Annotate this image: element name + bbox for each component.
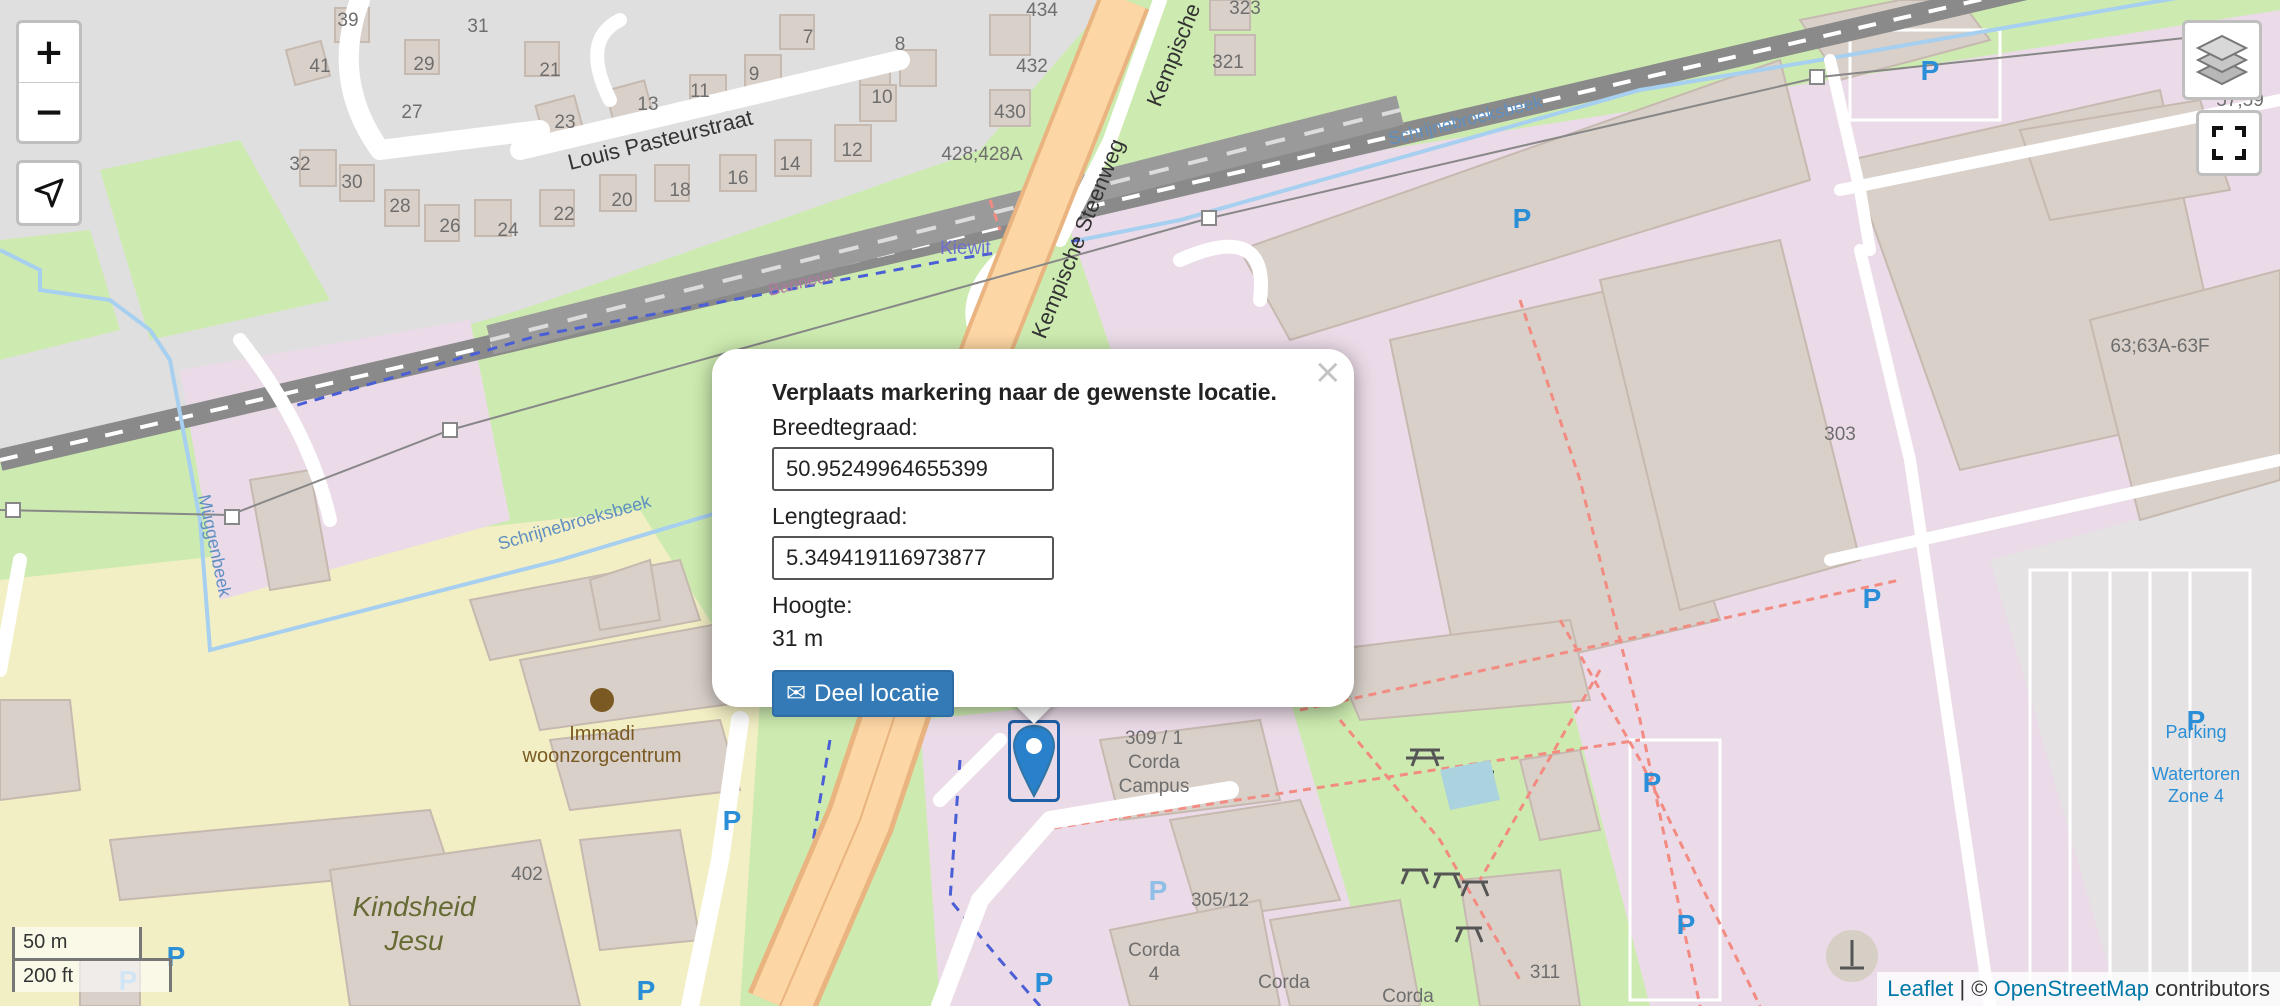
house-number: 26	[439, 216, 460, 237]
house-number: 27	[401, 102, 422, 123]
osm-link[interactable]: OpenStreetMap	[1994, 976, 2149, 1001]
parking-icon: P	[637, 975, 656, 1006]
share-location-button[interactable]: ✉ Deel locatie	[772, 670, 954, 717]
house-number: 63;63A-63F	[2110, 336, 2209, 357]
house-number: 20	[611, 190, 632, 211]
area-label: Jesu	[383, 925, 444, 956]
attribution-suffix: contributors	[2148, 976, 2270, 1001]
popup-close-button[interactable]: ×	[1314, 355, 1343, 389]
location-popup: × Verplaats markering naar de gewenste l…	[712, 349, 1354, 717]
layers-icon	[2195, 34, 2249, 86]
house-number: 14	[779, 154, 801, 175]
poi-label: Immadi	[569, 723, 635, 745]
scale-imperial: 200 ft	[12, 958, 172, 992]
popup-title: Verplaats markering naar de gewenste loc…	[772, 379, 1277, 405]
house-number: 29	[413, 54, 434, 75]
house-number: 430	[994, 102, 1026, 123]
house-number: 41	[309, 56, 330, 77]
building-label: Corda	[1258, 972, 1310, 993]
house-number: 24	[497, 220, 519, 241]
altitude-label: Hoogte:	[772, 592, 853, 618]
house-number: 16	[727, 168, 748, 189]
house-number: 11	[690, 81, 710, 102]
map-scale: 50 m 200 ft	[12, 927, 172, 992]
parking-name: Zone 4	[2168, 786, 2224, 806]
building-label: Corda	[1128, 940, 1180, 961]
leaflet-link[interactable]: Leaflet	[1887, 976, 1953, 1001]
house-number: 434	[1026, 0, 1058, 21]
house-number: 428;428A	[941, 144, 1023, 165]
house-number: 8	[895, 34, 906, 55]
house-number: 39	[337, 10, 358, 31]
scale-metric: 50 m	[12, 927, 142, 961]
parking-icon: P	[1921, 55, 1940, 86]
campus-label: Corda	[1128, 752, 1180, 773]
house-number: 12	[841, 140, 862, 161]
house-number: 311	[1530, 962, 1560, 983]
fullscreen-button[interactable]	[2196, 110, 2262, 176]
location-marker[interactable]	[1008, 720, 1060, 802]
latitude-input[interactable]	[772, 447, 1054, 491]
house-number: 23	[554, 112, 575, 133]
map-canvas[interactable]: 39 31 41 29 21 7 27 23 13 11 9 8 10 32 3…	[0, 0, 2280, 1006]
house-number: 30	[341, 172, 362, 193]
parking-icon: P	[1863, 583, 1882, 614]
navigation-arrow-icon	[34, 178, 64, 208]
house-number: 28	[389, 196, 410, 217]
parking-icon: P	[723, 805, 742, 836]
house-number: 31	[467, 16, 488, 37]
zoom-control: + −	[16, 20, 82, 144]
attribution: Leaflet | © OpenStreetMap contributors	[1877, 972, 2280, 1006]
house-number: 13	[637, 94, 658, 115]
campus-label: Campus	[1119, 776, 1190, 797]
share-location-label: Deel locatie	[814, 679, 940, 707]
parking-icon: P	[1513, 203, 1532, 234]
latitude-label: Breedtegraad:	[772, 414, 918, 440]
building-label: Corda	[1382, 986, 1434, 1006]
parking-name: Watertoren	[2152, 764, 2240, 784]
zoom-in-button[interactable]: +	[19, 23, 79, 83]
house-number: 323	[1229, 0, 1261, 19]
parking-icon: P	[1149, 875, 1168, 906]
house-number: 18	[669, 180, 690, 201]
house-number: 10	[871, 87, 892, 108]
house-number: 305/12	[1191, 890, 1249, 911]
house-number: 432	[1016, 56, 1048, 77]
zoom-out-button[interactable]: −	[19, 83, 79, 142]
station-label: Kiewit	[940, 238, 991, 259]
layers-button[interactable]	[2182, 20, 2262, 100]
longitude-label: Lengtegraad:	[772, 503, 908, 529]
parking-icon: P	[2187, 705, 2206, 736]
house-number: 22	[553, 204, 574, 225]
attribution-separator: | ©	[1953, 976, 1994, 1001]
fullscreen-icon	[2212, 126, 2246, 160]
building-label: 4	[1149, 964, 1160, 985]
house-number: 32	[289, 154, 310, 175]
house-number: 21	[539, 60, 560, 81]
house-number: 9	[749, 64, 760, 85]
house-number: 402	[511, 864, 543, 885]
parking-icon: P	[1643, 767, 1662, 798]
altitude-value: 31 m	[772, 625, 824, 651]
map-pin-icon	[1008, 720, 1060, 802]
locate-button[interactable]	[16, 160, 82, 226]
area-label: Kindsheid	[353, 891, 477, 922]
poi-label: woonzorgcentrum	[522, 745, 682, 767]
envelope-icon: ✉	[786, 680, 807, 707]
campus-label: 309 / 1	[1125, 728, 1183, 749]
house-number: 321	[1212, 52, 1244, 73]
house-number: 303	[1824, 424, 1856, 445]
house-number: 7	[803, 27, 814, 48]
parking-icon: P	[1035, 967, 1054, 998]
longitude-input[interactable]	[772, 536, 1054, 580]
parking-icon: P	[1677, 909, 1696, 940]
